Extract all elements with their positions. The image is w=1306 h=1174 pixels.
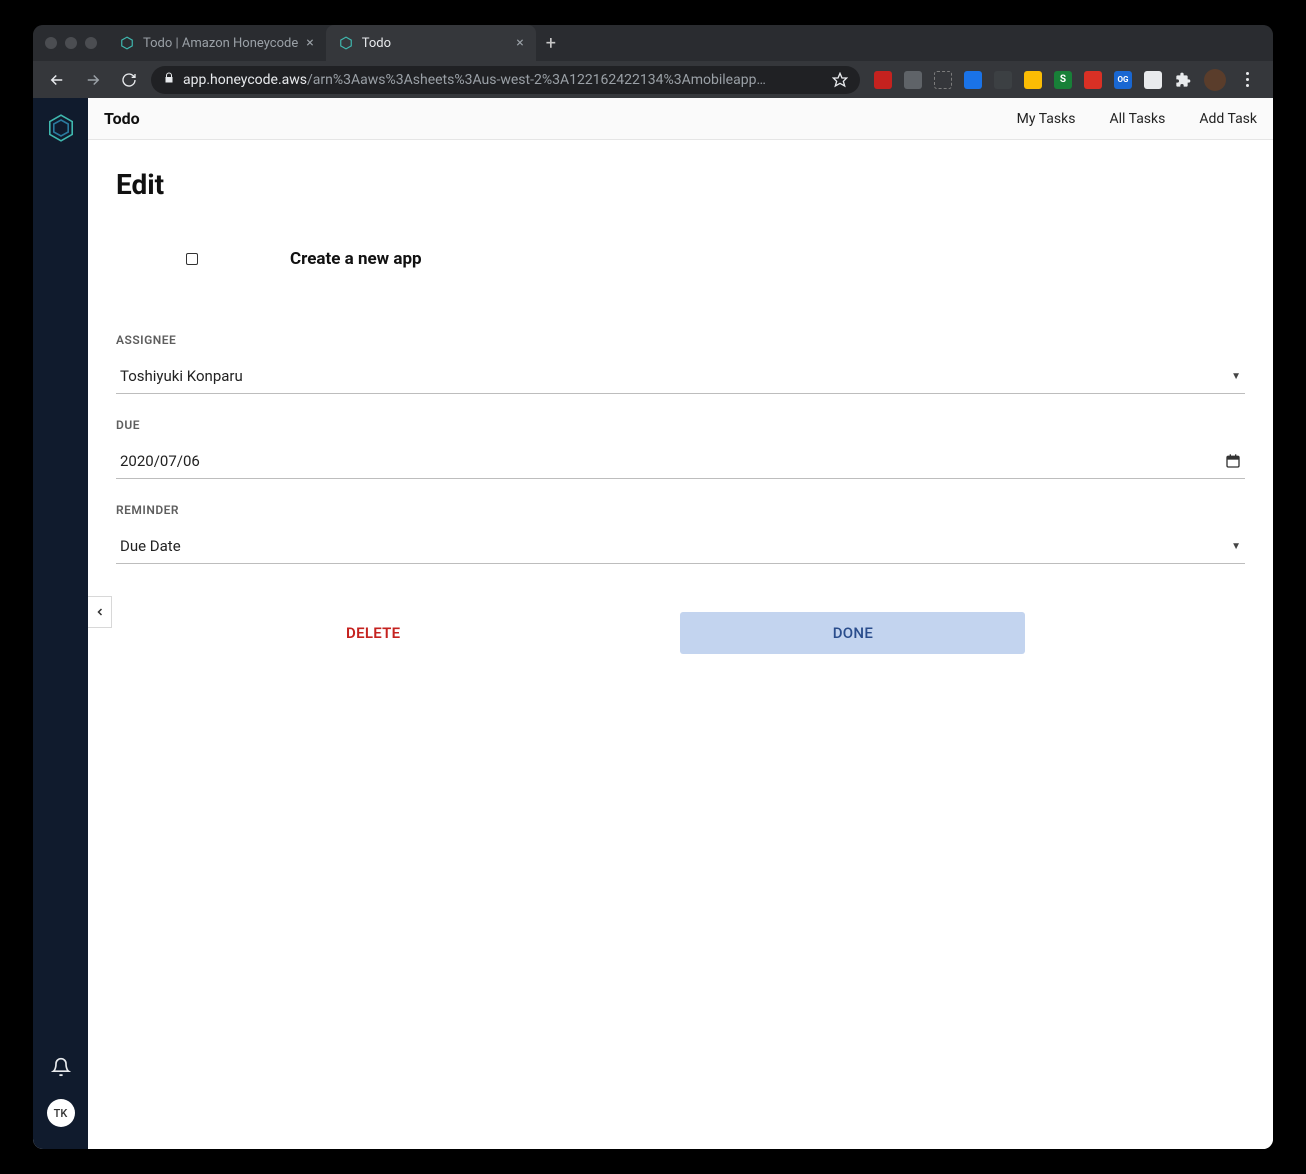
new-tab-button[interactable]: + <box>536 33 566 54</box>
due-value: 2020/07/06 <box>120 452 200 470</box>
close-icon[interactable]: × <box>516 35 523 51</box>
titlebar: Todo | Amazon Honeycode × Todo × + <box>33 25 1273 61</box>
chevron-down-icon: ▼ <box>1231 371 1241 382</box>
traffic-lights <box>45 37 97 49</box>
task-row: Create a new app <box>116 249 1245 269</box>
chevron-down-icon: ▼ <box>1231 541 1241 552</box>
browser-menu-icon[interactable] <box>1238 72 1257 87</box>
bookmark-star-icon[interactable] <box>832 72 848 88</box>
tab-inactive[interactable]: Todo | Amazon Honeycode × <box>107 25 326 61</box>
lock-icon <box>163 72 175 87</box>
extension-icon[interactable] <box>934 71 952 89</box>
extension-icon[interactable] <box>1144 71 1162 89</box>
action-buttons: DELETE DONE <box>116 612 1245 654</box>
honeycode-logo-icon[interactable] <box>45 112 77 144</box>
extension-icon[interactable]: OG <box>1114 71 1132 89</box>
profile-avatar[interactable] <box>1204 69 1226 91</box>
app-header: Todo My Tasks All Tasks Add Task <box>88 98 1273 140</box>
assignee-label: ASSIGNEE <box>116 333 1245 347</box>
app-nav: My Tasks All Tasks Add Task <box>1017 111 1257 127</box>
notifications-bell-icon[interactable] <box>51 1057 71 1081</box>
url-path: /arn%3Aaws%3Asheets%3Aus-west-2%3A122162… <box>307 72 766 88</box>
calendar-icon <box>1225 453 1241 469</box>
reminder-label: REMINDER <box>116 503 1245 517</box>
reminder-value: Due Date <box>120 537 181 555</box>
extension-icon[interactable] <box>904 71 922 89</box>
tab-title: Todo | Amazon Honeycode <box>143 36 298 51</box>
traffic-zoom[interactable] <box>85 37 97 49</box>
user-initials: TK <box>54 1107 68 1120</box>
extension-icon[interactable] <box>994 71 1012 89</box>
extension-icon[interactable] <box>964 71 982 89</box>
edit-form: ASSIGNEE Toshiyuki Konparu ▼ DUE 2020/07… <box>116 333 1245 564</box>
assignee-select[interactable]: Toshiyuki Konparu ▼ <box>116 359 1245 394</box>
extensions-puzzle-icon[interactable] <box>1174 71 1192 89</box>
content-area: TK Todo My Tasks All Tasks Add Task Edit <box>33 98 1273 1149</box>
tab-strip: Todo | Amazon Honeycode × Todo × + <box>107 25 566 61</box>
url-host: app.honeycode.aws <box>183 72 307 88</box>
browser-toolbar: app.honeycode.aws/arn%3Aaws%3Asheets%3Au… <box>33 61 1273 98</box>
forward-button[interactable] <box>79 66 107 94</box>
extension-icon[interactable] <box>874 71 892 89</box>
honeycode-favicon <box>338 35 354 51</box>
nav-my-tasks[interactable]: My Tasks <box>1017 111 1076 127</box>
task-checkbox[interactable] <box>186 253 198 265</box>
extension-icon[interactable] <box>1084 71 1102 89</box>
page-body: Edit Create a new app ASSIGNEE Toshiyuki… <box>88 140 1273 1149</box>
address-bar[interactable]: app.honeycode.aws/arn%3Aaws%3Asheets%3Au… <box>151 66 860 94</box>
user-avatar-badge[interactable]: TK <box>47 1099 75 1127</box>
done-button[interactable]: DONE <box>680 612 1025 654</box>
honeycode-favicon <box>119 35 135 51</box>
extension-icon[interactable] <box>1024 71 1042 89</box>
assignee-value: Toshiyuki Konparu <box>120 367 243 385</box>
nav-add-task[interactable]: Add Task <box>1199 111 1257 127</box>
nav-all-tasks[interactable]: All Tasks <box>1109 111 1165 127</box>
tab-active[interactable]: Todo × <box>326 25 536 61</box>
close-icon[interactable]: × <box>306 35 313 51</box>
traffic-minimize[interactable] <box>65 37 77 49</box>
main-panel: Todo My Tasks All Tasks Add Task Edit Cr… <box>88 98 1273 1149</box>
back-button[interactable] <box>43 66 71 94</box>
traffic-close[interactable] <box>45 37 57 49</box>
url-text: app.honeycode.aws/arn%3Aaws%3Asheets%3Au… <box>183 72 824 88</box>
tab-title: Todo <box>362 36 391 51</box>
due-label: DUE <box>116 418 1245 432</box>
task-name: Create a new app <box>290 249 422 269</box>
due-date-input[interactable]: 2020/07/06 <box>116 444 1245 479</box>
extension-icons: S OG <box>868 69 1263 91</box>
reload-button[interactable] <box>115 66 143 94</box>
app-sidebar: TK <box>33 98 88 1149</box>
reminder-select[interactable]: Due Date ▼ <box>116 529 1245 564</box>
page-title: Edit <box>116 168 1245 201</box>
app-title: Todo <box>104 109 140 128</box>
extension-icon[interactable]: S <box>1054 71 1072 89</box>
sidebar-bottom: TK <box>47 1057 75 1149</box>
browser-window: Todo | Amazon Honeycode × Todo × + <box>33 25 1273 1149</box>
sidebar-collapse-button[interactable] <box>88 596 112 628</box>
delete-button[interactable]: DELETE <box>326 612 420 654</box>
